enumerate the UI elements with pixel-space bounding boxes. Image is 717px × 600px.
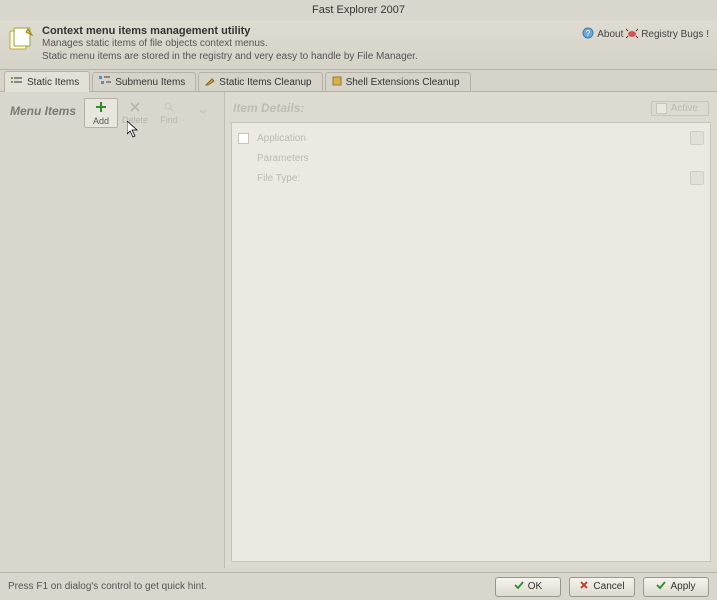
item-details-body: Application Parameters File Type: <box>231 122 711 562</box>
title-bar: Fast Explorer 2007 <box>0 0 717 21</box>
tab-shell-cleanup[interactable]: Shell Extensions Cleanup <box>325 72 471 91</box>
cancel-button[interactable]: Cancel <box>569 577 635 597</box>
filetype-picker-button <box>690 171 704 185</box>
tab-label: Submenu Items <box>115 77 185 88</box>
parameters-label: Parameters <box>253 153 323 164</box>
cancel-icon <box>579 580 589 593</box>
active-checkbox: Active <box>651 101 709 116</box>
delete-label: Delete <box>122 115 148 125</box>
header-text: Context menu items management utility Ma… <box>42 25 582 63</box>
tab-static-cleanup[interactable]: Static Items Cleanup <box>198 72 322 91</box>
window-title: Fast Explorer 2007 <box>312 4 405 16</box>
application-row: Application <box>238 129 704 147</box>
ok-button[interactable]: OK <box>495 577 561 597</box>
cancel-label: Cancel <box>593 581 624 592</box>
search-icon <box>164 102 174 115</box>
find-button: Find <box>152 98 186 128</box>
menu-items-list[interactable] <box>0 128 224 568</box>
about-label: About <box>597 29 623 40</box>
tab-label: Shell Extensions Cleanup <box>346 77 460 88</box>
svg-text:?: ? <box>586 29 591 38</box>
apply-label: Apply <box>670 581 695 592</box>
browse-app-button <box>690 131 704 145</box>
plus-icon <box>95 101 107 116</box>
parameters-row: Parameters <box>238 149 704 167</box>
chevron-icon <box>199 107 207 120</box>
tab-label: Static Items Cleanup <box>219 77 311 88</box>
delete-button: Delete <box>118 98 152 128</box>
application-label: Application <box>253 133 323 144</box>
about-link[interactable]: ? About <box>582 27 623 42</box>
right-panel-header: Item Details: Active <box>225 92 717 122</box>
registry-bugs-link[interactable]: Registry Bugs ! <box>626 27 709 42</box>
tab-submenu-items[interactable]: Submenu Items <box>92 72 196 91</box>
filetype-row: File Type: <box>238 169 704 187</box>
workspace: Menu Items Add Delete Find <box>0 92 717 568</box>
tabs: Static Items Submenu Items Static Items … <box>0 70 717 92</box>
header-desc2: Static menu items are stored in the regi… <box>42 50 582 63</box>
application-checkbox <box>238 133 249 144</box>
left-toolbar: Add Delete Find <box>84 98 220 128</box>
bugs-label: Registry Bugs ! <box>641 29 709 40</box>
more-button <box>186 98 220 128</box>
bug-icon <box>626 27 638 42</box>
tree-icon <box>99 76 111 89</box>
header-desc1: Manages static items of file objects con… <box>42 37 582 50</box>
header-title: Context menu items management utility <box>42 25 582 37</box>
right-panel: Item Details: Active Application Paramet… <box>225 92 717 568</box>
left-panel: Menu Items Add Delete Find <box>0 92 225 568</box>
app-icon <box>8 27 36 55</box>
header: Context menu items management utility Ma… <box>0 21 717 70</box>
tab-static-items[interactable]: Static Items <box>4 71 90 92</box>
ok-label: OK <box>528 581 542 592</box>
left-panel-header: Menu Items Add Delete Find <box>0 92 224 128</box>
broom-icon <box>205 76 215 89</box>
shell-icon <box>332 76 342 89</box>
x-icon <box>130 102 140 115</box>
filetype-label: File Type: <box>253 173 323 184</box>
item-details-heading: Item Details: <box>233 101 651 115</box>
status-hint: Press F1 on dialog's control to get quic… <box>8 581 487 592</box>
add-button[interactable]: Add <box>84 98 118 128</box>
list-icon <box>11 76 23 89</box>
add-label: Add <box>93 116 109 126</box>
checkbox-icon <box>656 103 667 114</box>
status-bar: Press F1 on dialog's control to get quic… <box>0 572 717 600</box>
check-icon <box>514 580 524 593</box>
header-links: ? About Registry Bugs ! <box>582 25 709 46</box>
tab-label: Static Items <box>27 77 79 88</box>
question-icon: ? <box>582 27 594 42</box>
active-label: Active <box>671 103 698 114</box>
apply-button[interactable]: Apply <box>643 577 709 597</box>
apply-icon <box>656 580 666 593</box>
find-label: Find <box>160 115 178 125</box>
menu-items-heading: Menu Items <box>10 98 84 118</box>
